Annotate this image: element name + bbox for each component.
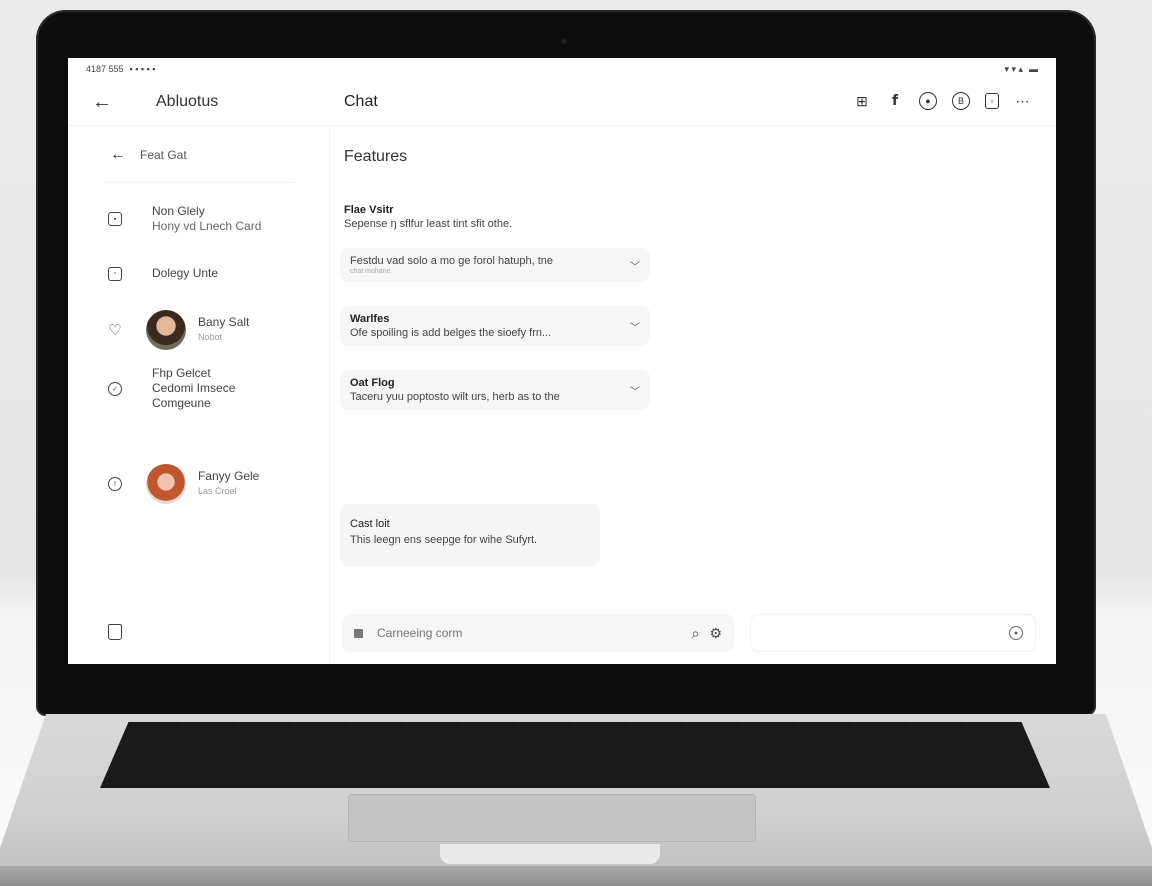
feature-description: Sepense ŋ sflfur least tint sfit othe. (344, 218, 513, 230)
message-composer: ⌕ ⚙ (342, 614, 734, 652)
send-icon[interactable]: ● (1009, 626, 1023, 640)
alert-circle-icon: ! (108, 477, 122, 491)
chevron-down-icon: ﹀ (630, 322, 640, 334)
notification-icon: ▪ ▪ ▪ ▪ ▪ (129, 64, 156, 74)
feature-card[interactable]: Festdu vad solo a mo ge forol hatuph, tn… (340, 248, 650, 282)
settings-icon[interactable]: ⚙ (709, 625, 722, 642)
avatar (146, 310, 186, 350)
top-bar: ← Abluotus Chat ⊞ f ● B ▫ ⋯ (68, 80, 1056, 126)
check-circle-icon: ✓ (108, 381, 122, 396)
sidebar-item-non-glely[interactable]: ▪ Non Glely Hony vd Lnech Card (108, 204, 308, 234)
card-subtext: chat mohane (350, 268, 391, 275)
back-arrow-icon: ← (110, 146, 126, 163)
sidebar-item-label: Bany Salt Nobot (198, 315, 250, 342)
chat-main: Features Flae Vsitr Sepense ŋ sflfur lea… (330, 126, 1056, 664)
laptop-base-edge (0, 866, 1152, 886)
more-icon[interactable]: ⋯ (1014, 92, 1032, 110)
chat-title: Chat (344, 93, 378, 110)
divider (104, 182, 294, 183)
header-actions: ⊞ f ● B ▫ ⋯ (853, 92, 1032, 110)
sidebar: ← Feat Gat ▪ Non Glely Hony vd Lnech Car… (68, 126, 330, 664)
section-title: Features (344, 148, 408, 165)
message-input[interactable] (377, 626, 682, 640)
status-bar: 4187 555 ▪ ▪ ▪ ▪ ▪ ▾ ▾ ▴ ▬ (68, 58, 1056, 80)
facebook-icon[interactable]: f (886, 92, 904, 110)
feature-card[interactable]: Oat Flog Taceru yuu poptosto wilt urs, h… (340, 370, 650, 410)
share-icon[interactable] (108, 624, 122, 640)
grid-icon[interactable]: ⊞ (853, 92, 871, 110)
sidebar-item-bany-salt[interactable]: ♡ Bany Salt Nobot (108, 310, 308, 350)
battery-icon: ▬ (1029, 64, 1038, 74)
keyboard (100, 722, 1050, 788)
status-time: 4187 555 (86, 64, 124, 74)
app-title: Abluotus (156, 93, 219, 110)
card-icon: ▪ (108, 212, 122, 226)
sidebar-back-label: Feat Gat (140, 148, 187, 162)
document-icon[interactable]: ▫ (985, 93, 999, 109)
card-text: Ofe spoiling is add belges the sioefy fr… (350, 327, 552, 339)
sidebar-item-label: Fhp Gelcet Cedomi Imsece Comgeune (152, 366, 236, 410)
avatar (146, 464, 186, 504)
globe-icon[interactable]: ● (919, 92, 937, 110)
card-title: Warlfes (350, 313, 390, 325)
feature-summary: Flae Vsitr Sepense ŋ sflfur least tint s… (344, 204, 512, 230)
card-text: Festdu vad solo a mo ge forol hatuph, tn… (350, 255, 554, 267)
secondary-input[interactable]: ● (750, 614, 1036, 652)
lid-notch (440, 844, 660, 864)
trackpad (348, 794, 756, 842)
message-title: Cast loit (350, 518, 390, 530)
search-icon[interactable]: ⌕ (692, 625, 700, 642)
heart-icon: ♡ (108, 322, 122, 339)
b-icon[interactable]: B (952, 92, 970, 110)
card-text: Taceru yuu poptosto wilt urs, herb as to… (350, 391, 560, 403)
back-arrow-icon[interactable]: ← (92, 91, 112, 114)
sidebar-item-label: Fanyy Gele Las Croel (198, 469, 260, 496)
feature-card[interactable]: Warlfes Ofe spoiling is add belges the s… (340, 306, 650, 346)
sidebar-item-label: Non Glely Hony vd Lnech Card (152, 204, 262, 233)
chevron-down-icon: ﹀ (630, 386, 640, 398)
message-bubble[interactable]: Cast loit This leegn ens seepge for wihe… (340, 504, 600, 566)
message-text: This leegn ens seepge for wihe Sufyrt. (350, 534, 538, 546)
webcam (561, 38, 567, 44)
signal-icons: ▾ ▾ ▴ (1004, 63, 1023, 74)
feature-title: Flae Vsitr (344, 204, 394, 216)
sidebar-item-fanyy-gele[interactable]: ! Fanyy Gele Las Croel (108, 464, 308, 504)
screen: 4187 555 ▪ ▪ ▪ ▪ ▪ ▾ ▾ ▴ ▬ ← Abluotus Ch… (68, 58, 1056, 664)
sidebar-item-fhp-gelcet[interactable]: ✓ Fhp Gelcet Cedomi Imsece Comgeune (108, 366, 308, 411)
sidebar-item-label: Dolegy Unte (152, 266, 219, 280)
attachment-icon[interactable] (354, 628, 363, 638)
sidebar-back[interactable]: ← Feat Gat (110, 146, 187, 164)
sidebar-item-dolegy-unte[interactable]: ▫ Dolegy Unte (108, 266, 308, 281)
chevron-down-icon: ﹀ (630, 261, 640, 273)
card-title: Oat Flog (350, 377, 395, 389)
box-icon: ▫ (108, 266, 122, 281)
